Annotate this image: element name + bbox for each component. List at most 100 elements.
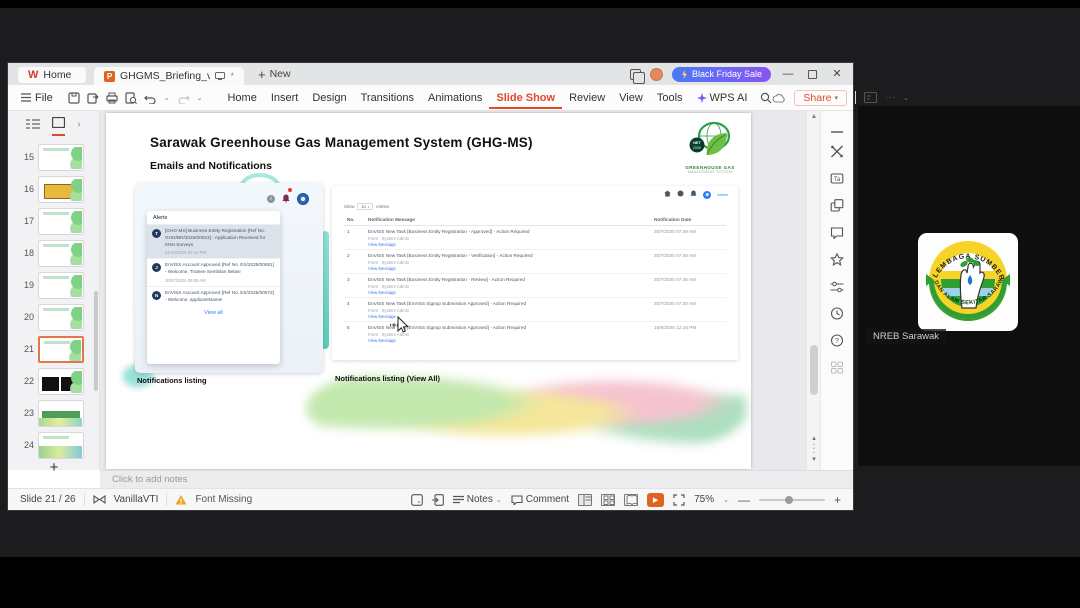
menu-transitions[interactable]: Transitions	[354, 92, 421, 104]
notes-bar[interactable]: Click to add notes	[100, 470, 853, 488]
expand-panel-icon[interactable]: ›	[77, 119, 80, 130]
thumbnail-19[interactable]: 19	[8, 269, 100, 301]
redo-icon[interactable]	[177, 92, 190, 104]
slide-view-icon[interactable]	[52, 114, 66, 136]
account-avatar[interactable]	[649, 67, 663, 81]
view-message-link[interactable]: View Message	[368, 290, 648, 295]
theme-icon	[93, 494, 106, 505]
scrollbar-thumb[interactable]	[810, 345, 818, 395]
black-friday-sale-button[interactable]: Black Friday Sale	[671, 66, 771, 82]
new-tab-button[interactable]: + New	[258, 67, 291, 82]
thumbnail-scrollbar[interactable]	[94, 291, 98, 391]
theme-tag-icon[interactable]: Ta	[830, 172, 844, 190]
tab-list-icon[interactable]	[629, 68, 645, 84]
view-message-link[interactable]: View Message	[368, 242, 648, 247]
thumbnail-24[interactable]: 24	[8, 429, 100, 461]
thumbnail-17[interactable]: 17	[8, 205, 100, 237]
alert-item-2[interactable]: J EnVISS Account Approved [Ref No. ES/20…	[147, 259, 280, 288]
collapse-ribbon-icon[interactable]: ⌄	[903, 94, 909, 102]
comment-panel-icon[interactable]	[830, 226, 844, 244]
settings-sliders-icon[interactable]	[830, 280, 844, 298]
notes-icon	[452, 495, 464, 504]
tab-document[interactable]: P GHGMS_Briefing_v1.pptx *	[94, 67, 244, 85]
scroll-up-icon[interactable]: ▲	[807, 113, 821, 120]
add-slide-button[interactable]: +	[8, 459, 100, 476]
outline-view-icon[interactable]	[26, 119, 41, 130]
normal-view-button[interactable]	[578, 493, 593, 506]
minimize-button[interactable]: —	[780, 66, 796, 82]
document-scrollbar[interactable]: ▲ ▴ • • • ▾	[806, 111, 820, 470]
thumbnail-23[interactable]: 23	[8, 397, 100, 429]
output-icon[interactable]	[87, 92, 99, 104]
menu-view[interactable]: View	[612, 92, 650, 104]
next-slide-button[interactable]: ▾	[807, 455, 821, 464]
star-icon[interactable]	[829, 252, 845, 271]
slide-sorter-view-button[interactable]	[601, 493, 616, 506]
collapse-sidebar-icon[interactable]	[831, 121, 843, 139]
row-from: From : System Admin	[368, 259, 410, 265]
menu-wps-ai[interactable]: WPS AI	[690, 92, 755, 104]
quick-tools-icon[interactable]	[831, 145, 844, 163]
menu-animations[interactable]: Animations	[421, 92, 489, 104]
zoom-dropdown-icon[interactable]: ⌄	[723, 496, 729, 504]
thumbnail-15[interactable]: 15	[8, 141, 100, 173]
jump-to-slide-icon[interactable]	[431, 493, 444, 506]
menu-home[interactable]: Home	[220, 92, 263, 104]
view-message-link[interactable]: View Message	[368, 266, 648, 271]
menu-insert[interactable]: Insert	[264, 92, 306, 104]
tab-home[interactable]: W Home	[18, 66, 86, 83]
slideshow-play-button[interactable]: ▶	[647, 492, 665, 507]
table-row: 2 EnVISS New Task [Business Entity Regis…	[344, 250, 726, 274]
alert-time: 30/07/2025 09:09 AM	[165, 278, 206, 284]
thumbnail-20[interactable]: 20	[8, 301, 100, 333]
undo-dropdown-icon[interactable]: ⌄	[164, 94, 170, 102]
slide-21[interactable]: Sarawak Greenhouse Gas Management System…	[106, 113, 751, 469]
switch-tabs-icon[interactable]	[863, 92, 877, 103]
history-clock-icon[interactable]	[830, 307, 844, 325]
reading-view-button[interactable]	[624, 493, 639, 506]
more-options-icon[interactable]: ···	[885, 92, 895, 103]
present-monitor-icon[interactable]	[215, 72, 226, 80]
help-circle-icon[interactable]: ?	[830, 334, 844, 352]
file-menu[interactable]: File	[14, 92, 60, 104]
view-all-link[interactable]: View all	[147, 307, 280, 319]
save-icon[interactable]	[68, 91, 80, 104]
share-button[interactable]: Share ▾	[794, 89, 847, 106]
view-message-link[interactable]: View Message	[368, 338, 648, 343]
zoom-out-button[interactable]: —	[738, 493, 750, 507]
zoom-in-button[interactable]: +	[834, 493, 841, 507]
alert-avatar: T	[152, 229, 161, 238]
alert-item-1[interactable]: T [GHG-MS] Business Entity Registration …	[147, 225, 280, 260]
fullscreen-icon[interactable]	[673, 493, 685, 506]
alert-item-3[interactable]: N EnVISS Account Approved [Ref No. ES/20…	[147, 287, 280, 307]
theme-name[interactable]: VanillaVTI	[114, 494, 159, 505]
apps-grid-icon[interactable]	[831, 361, 844, 379]
view-message-link[interactable]: View Message	[368, 314, 648, 319]
zoom-slider[interactable]	[758, 495, 825, 504]
print-icon[interactable]	[106, 92, 118, 104]
thumbnail-22[interactable]: 22	[8, 365, 100, 397]
zoom-slider-handle[interactable]	[784, 495, 793, 504]
slide-timer-icon[interactable]	[410, 493, 423, 506]
shapes-icon[interactable]	[830, 199, 844, 217]
cloud-sync-icon[interactable]	[772, 93, 786, 103]
menu-review[interactable]: Review	[562, 92, 612, 104]
search-icon[interactable]	[760, 92, 772, 104]
thumbnail-21-selected[interactable]: 21	[8, 333, 100, 365]
font-missing-label[interactable]: Font Missing	[195, 494, 252, 505]
quickbar-dropdown-icon[interactable]: ⌄	[197, 94, 203, 102]
svg-text:?: ?	[835, 338, 839, 345]
menu-slide-show[interactable]: Slide Show	[489, 92, 563, 109]
print-preview-icon[interactable]	[125, 91, 137, 104]
close-button[interactable]: ✕	[829, 66, 845, 82]
menu-design[interactable]: Design	[305, 92, 353, 104]
undo-icon[interactable]	[143, 92, 157, 104]
notes-toggle[interactable]: Notes ⌄	[452, 494, 502, 505]
thumbnail-16[interactable]: 16	[8, 173, 100, 205]
thumbnail-18[interactable]: 18	[8, 237, 100, 269]
menu-tools[interactable]: Tools	[650, 92, 690, 104]
entries-select[interactable]: 10 ▾	[357, 203, 374, 210]
zoom-level[interactable]: 75%	[694, 494, 714, 505]
comment-button[interactable]: Comment	[511, 494, 569, 505]
restore-button[interactable]	[808, 69, 817, 79]
